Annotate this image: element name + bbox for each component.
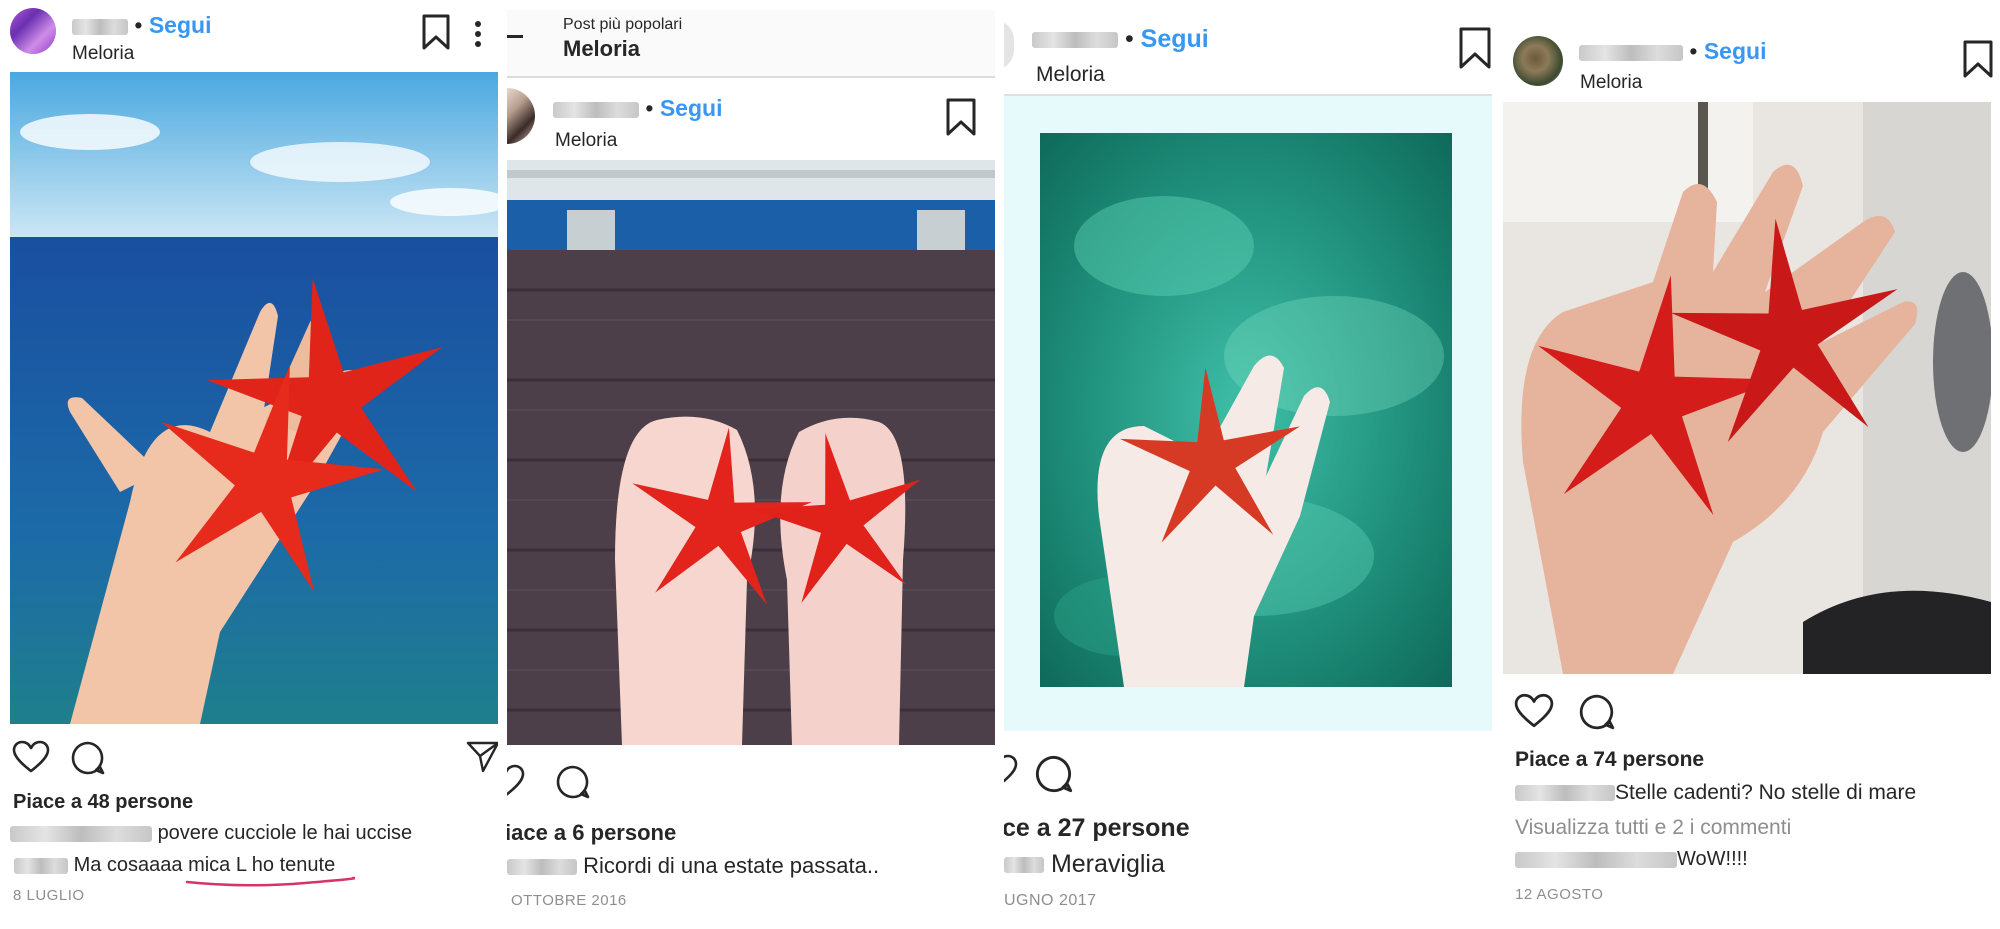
bookmark-icon[interactable]: [945, 98, 977, 136]
underline-annotation: [185, 874, 355, 888]
comment-1: povere cucciole le hai uccise: [10, 822, 412, 845]
likes-count[interactable]: Piace a 74 persone: [1515, 748, 1704, 772]
post-header: • Segui: [553, 95, 722, 122]
heart-icon[interactable]: [1514, 693, 1554, 729]
bookmark-icon[interactable]: [421, 14, 451, 50]
heart-icon[interactable]: [1004, 754, 1018, 788]
comment-text: Ma cosaaaa: [73, 854, 189, 876]
follow-button[interactable]: Segui: [1141, 25, 1209, 53]
post-photo-4[interactable]: [1503, 102, 1991, 674]
username-blurred[interactable]: [1579, 44, 1683, 61]
comment-icon[interactable]: [70, 740, 106, 776]
post-panel-4: • Segui Meloria Piace a 74 persone Stell…: [1501, 0, 2000, 929]
follow-button[interactable]: Segui: [149, 12, 212, 38]
username-blurred[interactable]: [553, 101, 639, 118]
post-date: 8 LUGLIO: [13, 887, 85, 904]
more-icon[interactable]: [474, 20, 482, 48]
comment-2: WoW!!!!: [1515, 848, 1748, 871]
post-panel-3: • Segui Meloria ce a 27 persone Meravigl…: [1004, 0, 1492, 929]
avatar[interactable]: [1513, 36, 1563, 86]
comment-text: povere cucciole le hai uccise: [157, 822, 413, 844]
separator-dot: •: [1689, 38, 1698, 64]
post-date: 12 AGOSTO: [1515, 886, 1604, 903]
top-bar-title: Meloria: [563, 36, 641, 61]
likes-count[interactable]: iace a 6 persone: [507, 820, 676, 846]
comment-text: WoW!!!!: [1677, 848, 1748, 870]
heart-icon[interactable]: [507, 764, 525, 798]
follow-button[interactable]: Segui: [660, 95, 723, 121]
likes-count[interactable]: ce a 27 persone: [1004, 814, 1190, 843]
heart-icon[interactable]: [12, 740, 50, 774]
bookmark-icon[interactable]: [1962, 40, 1994, 78]
avatar[interactable]: [10, 8, 56, 54]
post-date: OTTOBRE 2016: [511, 892, 627, 909]
post-photo-1[interactable]: [10, 72, 498, 724]
comment-icon[interactable]: [1034, 754, 1074, 794]
view-all-comments-link[interactable]: Visualizza tutti e 2 i commenti: [1515, 816, 1791, 840]
location-label[interactable]: Meloria: [1036, 63, 1105, 87]
username-blurred[interactable]: [1004, 857, 1044, 874]
location-label[interactable]: Meloria: [72, 43, 134, 65]
post-header: • Segui: [72, 12, 211, 39]
comment-1: Stelle cadenti? No stelle di mare: [1515, 781, 1916, 805]
avatar[interactable]: [507, 88, 535, 144]
post-panel-2: Post più popolari Meloria • Segui Melori…: [507, 0, 995, 929]
username-blurred[interactable]: [1515, 785, 1615, 802]
post-panel-1: • Segui Meloria Piace a 48 persone pover…: [0, 0, 498, 929]
back-icon[interactable]: [507, 34, 525, 40]
location-label[interactable]: Meloria: [555, 130, 617, 152]
comment-highlight: mica L ho tenute: [188, 854, 336, 876]
separator-dot: •: [645, 95, 654, 121]
comment-1: Ricordi di una estate passata..: [507, 853, 879, 879]
post-header: • Segui: [1579, 38, 1766, 65]
comment-text: Meraviglia: [1050, 850, 1165, 878]
post-photo-3[interactable]: [1004, 96, 1492, 731]
share-icon[interactable]: [466, 740, 498, 774]
comment-text: Ricordi di una estate passata..: [583, 853, 880, 878]
comment-icon[interactable]: [555, 764, 591, 800]
follow-button[interactable]: Segui: [1704, 38, 1767, 64]
location-label[interactable]: Meloria: [1580, 72, 1642, 94]
separator-dot: •: [134, 12, 143, 38]
username-blurred[interactable]: [10, 825, 152, 842]
separator-dot: •: [1124, 25, 1134, 53]
comment-icon[interactable]: [1578, 693, 1616, 731]
post-header: • Segui: [1032, 25, 1209, 54]
username-blurred[interactable]: [507, 859, 577, 876]
comment-1: Meraviglia: [1004, 850, 1165, 879]
post-date: UGNO 2017: [1004, 892, 1097, 909]
username-blurred[interactable]: [1032, 32, 1118, 49]
top-bar-subtitle: Post più popolari: [563, 16, 683, 33]
post-photo-2[interactable]: [507, 160, 995, 745]
avatar[interactable]: [1004, 20, 1014, 70]
comment-text: Stelle cadenti? No stelle di mare: [1615, 781, 1917, 804]
bookmark-icon[interactable]: [1458, 27, 1492, 69]
username-blurred[interactable]: [14, 857, 68, 874]
username-blurred[interactable]: [72, 18, 128, 35]
likes-count[interactable]: Piace a 48 persone: [13, 791, 193, 814]
username-blurred[interactable]: [1515, 851, 1677, 868]
